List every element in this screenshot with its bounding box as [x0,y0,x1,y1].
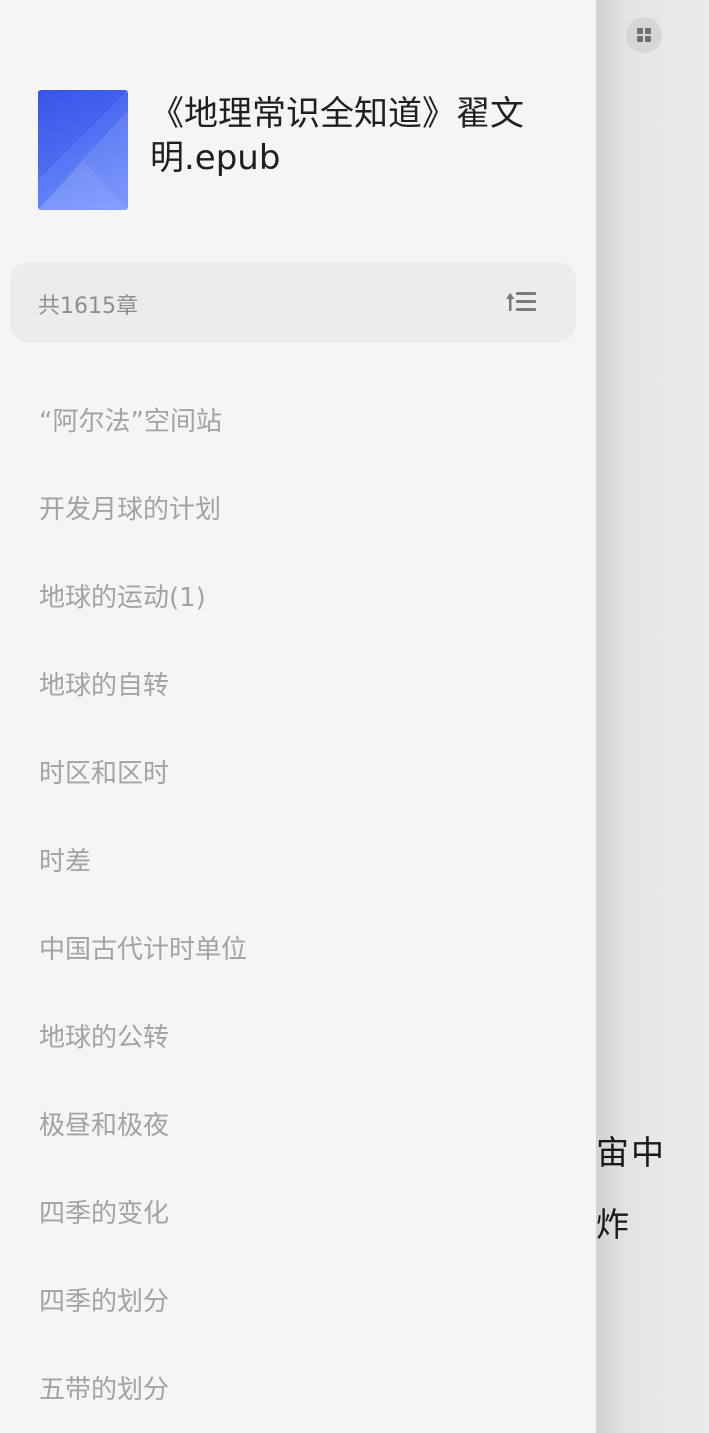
toc-drawer: 《地理常识全知道》翟文明.epub 共1615章 “阿尔法”空间站 开发月球的计… [0,0,596,1433]
toc-item[interactable]: 时差 [39,842,91,882]
chapter-count: 共1615章 [38,294,138,319]
toc-item[interactable]: 时区和区时 [39,754,169,794]
grid-menu-icon[interactable] [626,17,662,53]
toc-item[interactable]: 五带的划分 [39,1370,169,1410]
sort-list-icon[interactable] [506,290,540,314]
toc-item[interactable]: 中国古代计时单位 [39,930,247,970]
toc-item[interactable]: “阿尔法”空间站 [39,402,222,442]
toc-item[interactable]: 地球的自转 [39,666,169,706]
book-cover [38,90,128,210]
toc-item[interactable]: 四季的划分 [39,1282,169,1322]
chapter-summary-bar: 共1615章 [10,262,576,342]
toc-item[interactable]: 四季的变化 [39,1194,169,1234]
book-title: 《地理常识全知道》翟文明.epub [150,94,524,178]
toc-item[interactable]: 开发月球的计划 [39,490,221,530]
toc-item[interactable]: 地球的公转 [39,1018,169,1058]
toc-item[interactable]: 地球的运动(1) [39,578,206,618]
drawer-shadow [596,0,626,1433]
reader-screen: 宙中 炸 《地理常识全知道》翟文明.epub 共1615章 [0,0,709,1433]
toc-item[interactable]: 极昼和极夜 [39,1106,169,1146]
